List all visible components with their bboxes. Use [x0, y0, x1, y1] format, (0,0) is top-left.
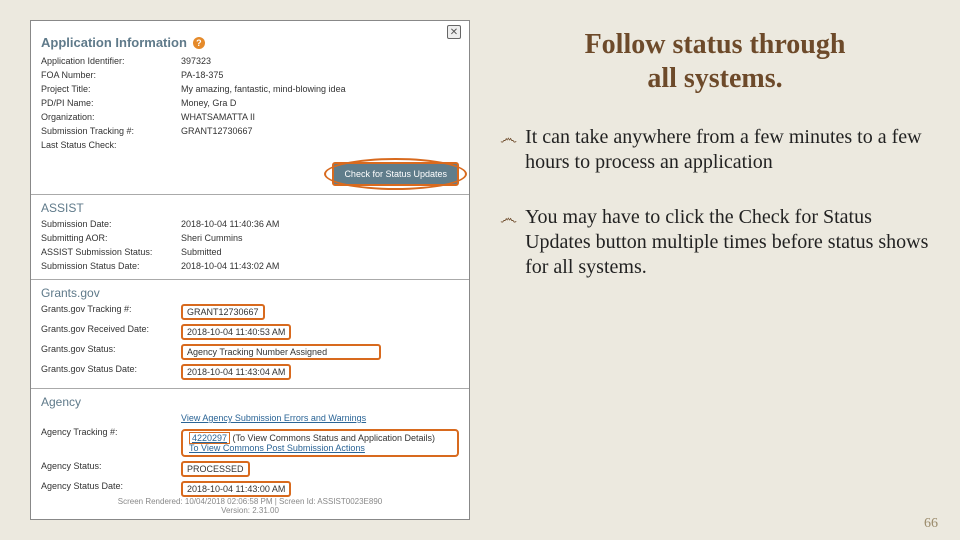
- check-status-updates-button[interactable]: Check for Status Updates: [332, 162, 459, 186]
- bullet-swirl-icon: ෴: [500, 205, 517, 280]
- agency-highlight-box: 4220297 (To View Commons Status and Appl…: [181, 429, 459, 457]
- agency-post-submission-link[interactable]: To View Commons Post Submission Actions: [189, 443, 365, 453]
- bullet-item: ෴ You may have to click the Check for St…: [500, 205, 930, 280]
- bullet-text-1: It can take anywhere from a few minutes …: [525, 125, 930, 175]
- label-pdpi: PD/PI Name:: [41, 98, 181, 108]
- highlight-box: 2018-10-04 11:40:53 AM: [181, 324, 291, 340]
- agency-tracking-suffix: (To View Commons Status and Application …: [230, 433, 435, 443]
- label-assist-status-date: Submission Status Date:: [41, 261, 181, 271]
- divider: [31, 194, 469, 195]
- label-gg-status: Grants.gov Status:: [41, 344, 181, 360]
- value-assist-sub-date: 2018-10-04 11:40:36 AM: [181, 219, 459, 229]
- page-number: 66: [924, 516, 938, 532]
- heading-line-1: Follow status through: [500, 28, 930, 62]
- application-info-panel: ✕ Application Information ? Application …: [30, 20, 470, 520]
- highlight-box: Agency Tracking Number Assigned: [181, 344, 381, 360]
- highlight-box: 2018-10-04 11:43:00 AM: [181, 481, 291, 497]
- value-project-title: My amazing, fantastic, mind-blowing idea: [181, 84, 459, 94]
- help-icon[interactable]: ?: [193, 37, 205, 49]
- value-gg-received: 2018-10-04 11:40:53 AM: [181, 324, 459, 340]
- slide-heading: Follow status through all systems.: [500, 28, 930, 95]
- value-agency-status: PROCESSED: [181, 461, 459, 477]
- value-foa: PA-18-375: [181, 70, 459, 80]
- label-gg-received: Grants.gov Received Date:: [41, 324, 181, 340]
- highlight-box: GRANT12730667: [181, 304, 265, 320]
- label-gg-status-date: Grants.gov Status Date:: [41, 364, 181, 380]
- check-status-button-label: Check for Status Updates: [344, 169, 447, 179]
- value-pdpi: Money, Gra D: [181, 98, 459, 108]
- value-agency-status-date: 2018-10-04 11:43:00 AM: [181, 481, 459, 497]
- footer-version: Version: 2.31.00: [31, 506, 469, 515]
- label-submission-tracking: Submission Tracking #:: [41, 126, 181, 136]
- label-assist-aor: Submitting AOR:: [41, 233, 181, 243]
- value-submission-tracking: GRANT12730667: [181, 126, 459, 136]
- footer-rendered: Screen Rendered: 10/04/2018 02:06:58 PM …: [31, 497, 469, 506]
- agency-section-title: Agency: [41, 395, 459, 409]
- value-gg-tracking: GRANT12730667: [181, 304, 459, 320]
- divider: [31, 388, 469, 389]
- label-organization: Organization:: [41, 112, 181, 122]
- label-agency-tracking: Agency Tracking #:: [41, 427, 181, 457]
- label-agency-status: Agency Status:: [41, 461, 181, 477]
- value-assist-aor: Sheri Cummins: [181, 233, 459, 243]
- app-info-title-text: Application Information: [41, 35, 187, 50]
- assist-section-title: ASSIST: [41, 201, 459, 215]
- label-agency-status-date: Agency Status Date:: [41, 481, 181, 497]
- label-project-title: Project Title:: [41, 84, 181, 94]
- value-organization: WHATSAMATTA II: [181, 112, 459, 122]
- highlight-box: 2018-10-04 11:43:04 AM: [181, 364, 291, 380]
- highlight-box: PROCESSED: [181, 461, 250, 477]
- agency-errors-link[interactable]: View Agency Submission Errors and Warnin…: [181, 413, 366, 423]
- label-assist-status: ASSIST Submission Status:: [41, 247, 181, 257]
- panel-title-app-info: Application Information ?: [41, 35, 459, 50]
- bullet-item: ෴ It can take anywhere from a few minute…: [500, 125, 930, 175]
- label-foa: FOA Number:: [41, 70, 181, 80]
- value-last-status-check: [181, 140, 459, 150]
- bullet-swirl-icon: ෴: [500, 125, 517, 175]
- label-gg-tracking: Grants.gov Tracking #:: [41, 304, 181, 320]
- value-gg-status-date: 2018-10-04 11:43:04 AM: [181, 364, 459, 380]
- value-assist-status: Submitted: [181, 247, 459, 257]
- value-app-identifier: 397323: [181, 56, 459, 66]
- heading-line-2: all systems.: [500, 62, 930, 96]
- value-gg-status: Agency Tracking Number Assigned: [181, 344, 459, 360]
- value-assist-status-date: 2018-10-04 11:43:02 AM: [181, 261, 459, 271]
- bullet-text-2: You may have to click the Check for Stat…: [525, 205, 930, 280]
- label-last-status-check: Last Status Check:: [41, 140, 181, 150]
- grantsgov-section-title: Grants.gov: [41, 286, 459, 300]
- divider: [31, 279, 469, 280]
- panel-footer: Screen Rendered: 10/04/2018 02:06:58 PM …: [31, 497, 469, 515]
- label-assist-sub-date: Submission Date:: [41, 219, 181, 229]
- close-icon[interactable]: ✕: [447, 25, 461, 39]
- label-app-identifier: Application Identifier:: [41, 56, 181, 66]
